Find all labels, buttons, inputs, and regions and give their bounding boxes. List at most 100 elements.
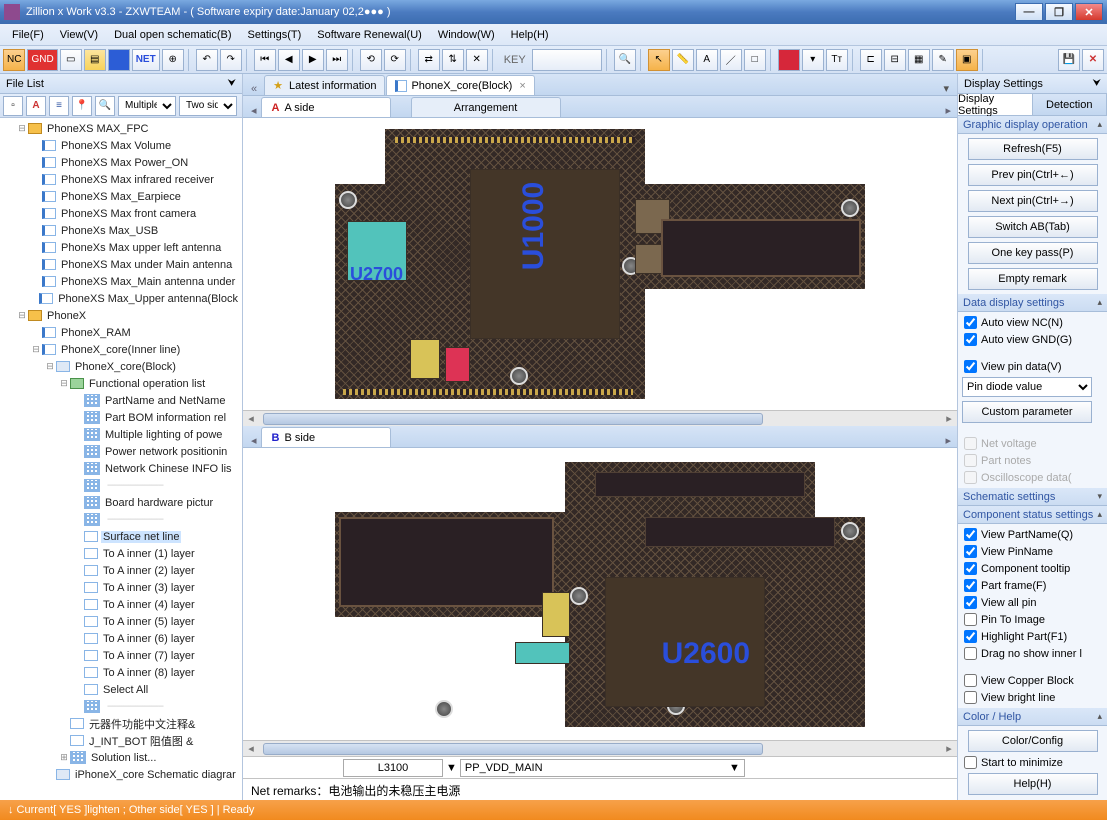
file-item[interactable]: PhoneXS Max front camera xyxy=(2,205,240,222)
zoom-icon[interactable]: 🔍 xyxy=(614,49,636,71)
net-combo[interactable]: PP_VDD_MAIN ▼ xyxy=(460,759,745,777)
layer-item[interactable]: To A inner (5) layer xyxy=(2,613,240,630)
section-graphic[interactable]: Graphic display operation▴ xyxy=(958,116,1107,134)
menu-renewal[interactable]: Software Renewal(U) xyxy=(309,26,430,44)
key-input[interactable] xyxy=(532,49,602,71)
pin-marker-icon[interactable]: 📍 xyxy=(72,96,92,116)
empty-remark-button[interactable]: Empty remark xyxy=(968,268,1098,290)
layer-item[interactable]: To A inner (6) layer xyxy=(2,630,240,647)
pin-icon[interactable]: ⮟ xyxy=(228,78,237,89)
switch-ab-button[interactable]: Switch AB(Tab) xyxy=(968,216,1098,238)
board-view-a[interactable]: U2700 U1000 xyxy=(243,118,957,410)
file-item[interactable]: PhoneXS Max_Earpiece xyxy=(2,188,240,205)
func-item[interactable]: PartName and NetName xyxy=(2,392,240,409)
cn-resistance[interactable]: J_INT_BOT 阻值图 & xyxy=(2,732,240,749)
check-drag-noshow[interactable]: Drag no show inner l xyxy=(962,647,1103,660)
side-b-scroll-icon[interactable]: ▸ xyxy=(939,434,957,447)
search-small-icon[interactable]: 🔍 xyxy=(95,96,115,116)
tab-arrangement[interactable]: Arrangement xyxy=(411,97,561,117)
solution-list[interactable]: ⊞Solution list... xyxy=(2,749,240,766)
check-minimize[interactable]: Start to minimize xyxy=(962,756,1103,769)
check-auto-gnd[interactable]: Auto view GND(G) xyxy=(962,333,1103,346)
check-view-pin[interactable]: View pin data(V) xyxy=(962,360,1103,373)
tab-close-icon[interactable]: × xyxy=(519,80,525,92)
tool-layer-icon[interactable]: ▤ xyxy=(84,49,106,71)
part-drop-icon[interactable]: ▼ xyxy=(446,762,457,774)
tab-a-side[interactable]: A A side xyxy=(261,97,391,117)
functional-list[interactable]: ⊟Functional operation list xyxy=(2,375,240,392)
tool-rect-icon[interactable]: ▭ xyxy=(60,49,82,71)
net-button[interactable]: NET xyxy=(132,49,160,71)
undo-icon[interactable]: ↶ xyxy=(196,49,218,71)
align-left-icon[interactable]: ⊏ xyxy=(860,49,882,71)
tool-target-icon[interactable]: ⊕ xyxy=(162,49,184,71)
check-pinname[interactable]: View PinName xyxy=(962,545,1103,558)
file-item[interactable]: PhoneXS Max under Main antenna xyxy=(2,256,240,273)
tool-blue-icon[interactable] xyxy=(108,49,130,71)
func-item[interactable]: Network Chinese INFO lis xyxy=(2,460,240,477)
list-icon[interactable]: ≡ xyxy=(49,96,69,116)
menu-window[interactable]: Window(W) xyxy=(430,26,503,44)
one-key-pass-button[interactable]: One key pass(P) xyxy=(968,242,1098,264)
tab-detection[interactable]: Detection xyxy=(1033,94,1107,115)
menu-file[interactable]: File(F) xyxy=(4,26,52,44)
layer-item[interactable]: To A inner (2) layer xyxy=(2,562,240,579)
part-combo[interactable]: L3100 xyxy=(343,759,443,777)
clear-icon[interactable]: ✕ xyxy=(466,49,488,71)
select-all[interactable]: Select All xyxy=(2,681,240,698)
check-bright[interactable]: View bright line xyxy=(962,691,1103,704)
folder-phonex[interactable]: ⊟PhoneX xyxy=(2,307,240,324)
check-net-voltage[interactable]: Net voltage xyxy=(962,437,1103,450)
window-maximize[interactable]: ❐ xyxy=(1045,3,1073,21)
file-item[interactable]: PhoneXs Max_USB xyxy=(2,222,240,239)
tab-latest[interactable]: ★ Latest information xyxy=(264,75,385,95)
rotate-left-icon[interactable]: ⟲ xyxy=(360,49,382,71)
file-item[interactable]: PhoneXS Max Volume xyxy=(2,137,240,154)
menu-dual[interactable]: Dual open schematic(B) xyxy=(106,26,239,44)
check-frame[interactable]: Part frame(F) xyxy=(962,579,1103,592)
window-close[interactable]: ✕ xyxy=(1075,3,1103,21)
prev-icon[interactable]: ◀ xyxy=(278,49,300,71)
layer-item[interactable]: To A inner (7) layer xyxy=(2,647,240,664)
check-auto-nc[interactable]: Auto view NC(N) xyxy=(962,316,1103,329)
filter-multiple[interactable]: Multiple f xyxy=(118,96,176,116)
pin-diode-select[interactable]: Pin diode value xyxy=(962,377,1092,397)
grid-icon[interactable]: ▦ xyxy=(908,49,930,71)
save-icon[interactable]: 💾 xyxy=(1058,49,1080,71)
func-item[interactable]: Power network positionin xyxy=(2,443,240,460)
prev-pin-button[interactable]: Prev pin(Ctrl+←) xyxy=(968,164,1098,186)
color-config-button[interactable]: Color/Config xyxy=(968,730,1098,752)
file-item[interactable]: PhoneXS Max infrared receiver xyxy=(2,171,240,188)
tabs-collapse-icon[interactable]: « xyxy=(251,83,257,95)
check-part-notes[interactable]: Part notes xyxy=(962,454,1103,467)
check-partname[interactable]: View PartName(Q) xyxy=(962,528,1103,541)
layer-item[interactable]: To A inner (4) layer xyxy=(2,596,240,613)
file-item[interactable]: PhoneX_RAM xyxy=(2,324,240,341)
cn-annotation[interactable]: 元器件功能中文注释& xyxy=(2,715,240,732)
filter-twoside[interactable]: Two side xyxy=(179,96,237,116)
layer-item[interactable]: To A inner (3) layer xyxy=(2,579,240,596)
window-minimize[interactable]: — xyxy=(1015,3,1043,21)
menu-view[interactable]: View(V) xyxy=(52,26,106,44)
check-tooltip[interactable]: Component tooltip xyxy=(962,562,1103,575)
ruler-icon[interactable]: 📏 xyxy=(672,49,694,71)
color-drop-icon[interactable]: ▾ xyxy=(802,49,824,71)
scrollbar-b[interactable]: ◂▸ xyxy=(243,740,957,756)
file-item[interactable]: PhoneXS Max_Upper antenna(Block xyxy=(2,290,240,307)
surface-net-line[interactable]: Surface net line xyxy=(2,528,240,545)
text-a-icon[interactable]: A xyxy=(26,96,46,116)
file-inner-line[interactable]: ⊟PhoneX_core(Inner line) xyxy=(2,341,240,358)
schematic-diagram[interactable]: iPhoneX_core Schematic diagrar xyxy=(2,766,240,783)
color-swatch[interactable] xyxy=(778,49,800,71)
rect-tool-icon[interactable]: □ xyxy=(744,49,766,71)
layer-item[interactable]: To A inner (8) layer xyxy=(2,664,240,681)
redo-icon[interactable]: ↷ xyxy=(220,49,242,71)
check-oscilloscope[interactable]: Oscilloscope data( xyxy=(962,471,1103,484)
text-tool-icon[interactable]: A xyxy=(696,49,718,71)
new-doc-icon[interactable]: ▫ xyxy=(3,96,23,116)
menu-help[interactable]: Help(H) xyxy=(503,26,557,44)
tabs-dropdown-icon[interactable]: ▾ xyxy=(943,82,949,95)
board-view-b[interactable]: U2600 J5700 J4300 J4200 J4600 J4500 J400… xyxy=(243,448,957,740)
check-highlight[interactable]: Highlight Part(F1) xyxy=(962,630,1103,643)
func-item[interactable]: Part BOM information rel xyxy=(2,409,240,426)
